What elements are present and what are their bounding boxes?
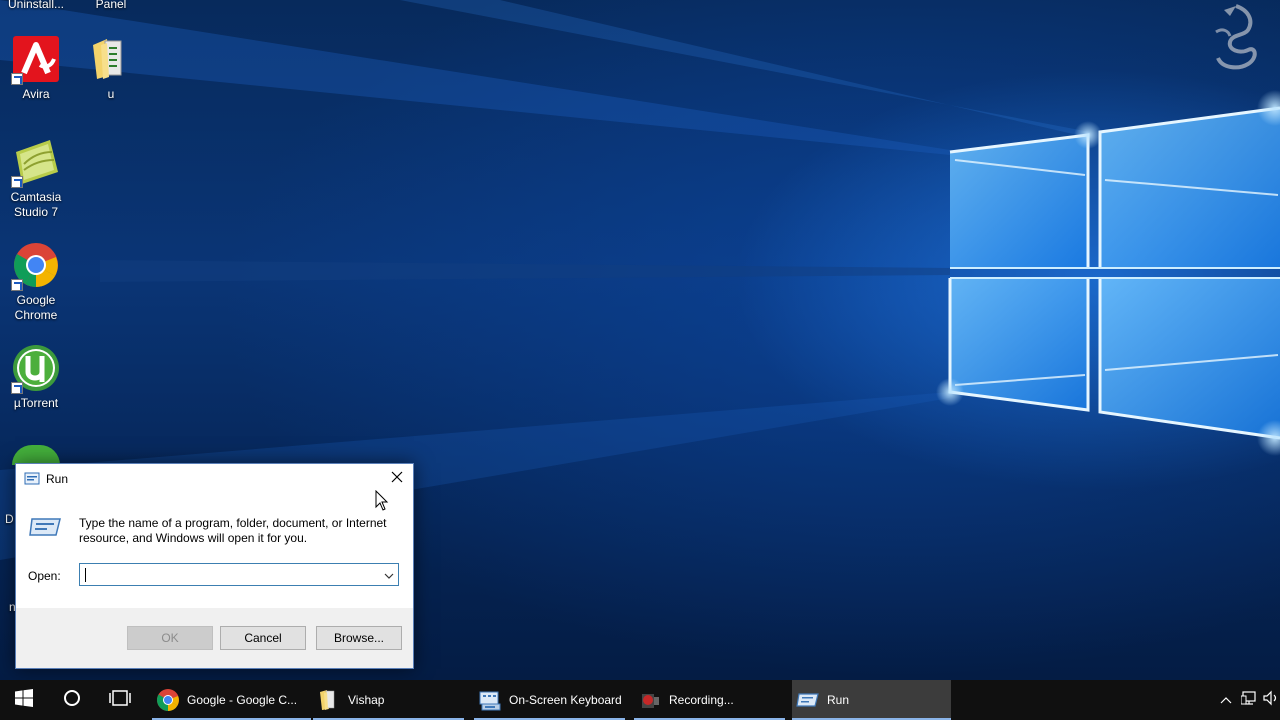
taskbar-app-label: On-Screen Keyboard <box>509 693 622 707</box>
taskbar-app-label: Run <box>827 693 850 707</box>
chrome-icon <box>156 688 180 712</box>
desktop-label-uninstall[interactable]: Uninstall... <box>0 0 72 12</box>
taskbar-app-label: Google - Google C... <box>187 693 298 707</box>
task-view-icon <box>109 689 131 712</box>
desktop-icon-utorrent[interactable]: µTorrent <box>0 344 72 411</box>
run-title: Run <box>46 472 69 486</box>
windows-logo-icon <box>15 688 33 712</box>
desktop-icon-folder-u[interactable]: u <box>75 35 147 102</box>
run-icon <box>24 472 40 491</box>
folder-icon <box>87 35 135 83</box>
desktop-icon-chrome[interactable]: Google Chrome <box>0 241 72 323</box>
network-icon <box>1240 690 1259 711</box>
volume-button[interactable] <box>1262 680 1280 720</box>
keyboard-icon <box>478 688 502 712</box>
run-icon <box>796 688 820 712</box>
cortana-circle-icon <box>63 689 81 712</box>
close-icon <box>391 470 403 488</box>
desktop-icon-label: Google Chrome <box>14 293 58 322</box>
cancel-button[interactable]: Cancel <box>220 626 306 650</box>
taskbar-app-label: Vishap <box>348 693 385 707</box>
chevron-up-icon <box>1220 691 1232 709</box>
mouse-cursor-icon <box>375 489 389 517</box>
taskbar-app-on-screen-keyboard[interactable]: On-Screen Keyboard <box>474 680 633 720</box>
camtasia-icon <box>11 138 60 188</box>
desktop-icon-label: µTorrent <box>13 396 59 410</box>
desktop-icon-label: u <box>107 87 115 101</box>
desktop-icon-label: Avira <box>22 87 50 101</box>
taskbar-app-chrome[interactable]: Google - Google C... <box>152 680 311 720</box>
run-description: Type the name of a program, folder, docu… <box>79 516 387 545</box>
folder-icon <box>317 688 341 712</box>
chevron-down-icon <box>384 566 394 584</box>
taskbar-app-vishap[interactable]: Vishap <box>313 680 472 720</box>
taskbar-app-run[interactable]: Run <box>792 680 951 720</box>
avira-icon <box>11 35 60 85</box>
open-label: Open: <box>28 569 61 583</box>
run-titlebar[interactable]: Run <box>16 464 413 494</box>
open-input[interactable] <box>82 565 372 584</box>
show-hidden-icons-button[interactable] <box>1214 680 1238 720</box>
search-button[interactable] <box>48 680 96 720</box>
ok-button[interactable]: OK <box>127 626 213 650</box>
taskbar: Google - Google C... Vishap On-Screen Ke… <box>0 680 1280 720</box>
taskbar-app-label: Recording... <box>669 693 734 707</box>
run-footer: OK Cancel Browse... <box>16 608 413 668</box>
chrome-icon <box>11 241 60 291</box>
run-dialog: Run Type the name of a program, folder, … <box>15 463 414 669</box>
recording-icon <box>638 688 662 712</box>
utorrent-icon <box>11 344 60 394</box>
desktop-icon-label: Camtasia Studio 7 <box>10 190 62 219</box>
start-button[interactable] <box>0 680 48 720</box>
desktop-label-control-panel[interactable]: Panel <box>75 0 147 12</box>
dragon-watermark-icon <box>1208 2 1264 76</box>
browse-button[interactable]: Browse... <box>316 626 402 650</box>
network-button[interactable] <box>1238 680 1262 720</box>
open-dropdown-button[interactable] <box>380 564 398 585</box>
run-body: Type the name of a program, folder, docu… <box>16 494 413 608</box>
desktop-icon-avira[interactable]: Avira <box>0 35 72 102</box>
text-caret <box>85 568 86 582</box>
task-view-button[interactable] <box>96 680 144 720</box>
run-program-icon <box>28 516 62 543</box>
volume-icon <box>1262 690 1280 711</box>
taskbar-app-recording[interactable]: Recording... <box>634 680 793 720</box>
open-combobox[interactable] <box>79 563 399 586</box>
desktop-partial-label: D <box>5 512 14 526</box>
desktop-icon-camtasia[interactable]: Camtasia Studio 7 <box>0 138 72 220</box>
